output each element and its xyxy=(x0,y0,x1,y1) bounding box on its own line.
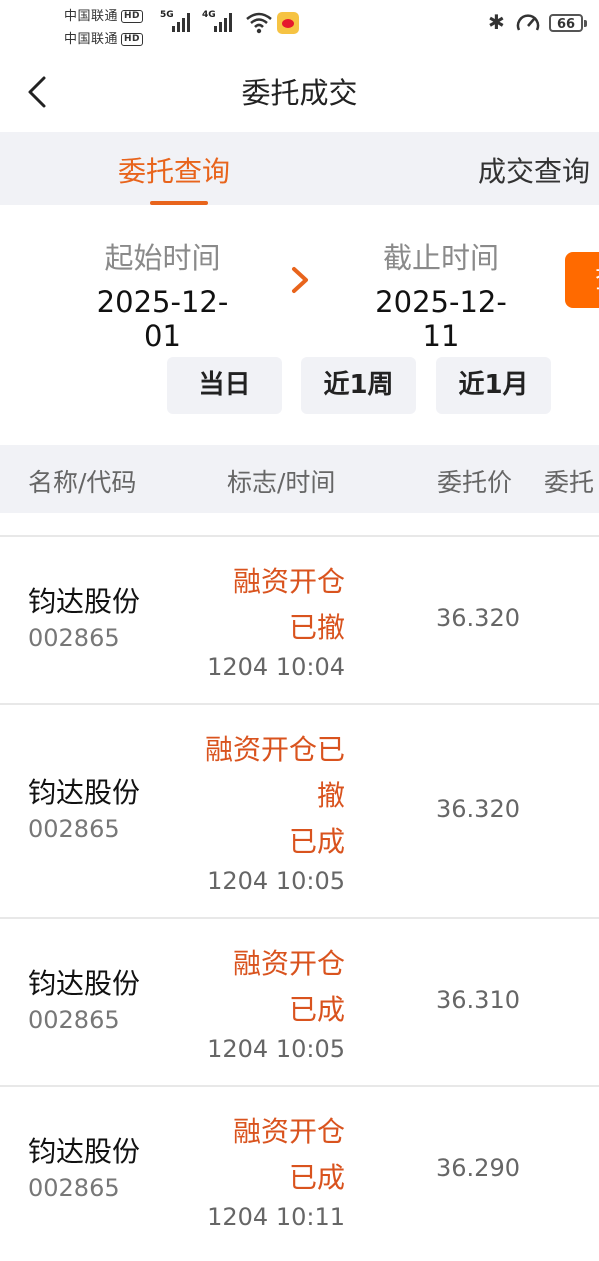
quick-range-today[interactable]: 当日 xyxy=(167,357,282,414)
order-flag-line: 融资开仓 xyxy=(232,947,345,980)
end-date-label: 截止时间 xyxy=(382,241,499,275)
quick-range-week[interactable]: 近1周 xyxy=(301,357,416,414)
order-flag: 融资开仓已成 xyxy=(233,1109,345,1201)
column-header-flag-time: 标志/时间 xyxy=(227,468,336,497)
order-flag-line: 已成 xyxy=(288,1161,345,1194)
stock-name: 钧达股份 xyxy=(28,776,141,809)
order-flag-line: 已成 xyxy=(288,825,345,858)
order-flag-line: 融资开仓已 xyxy=(204,733,345,766)
stock-code: 002865 xyxy=(28,815,120,843)
tab-bar: 委托查询 成交查询 xyxy=(0,132,599,205)
order-flag-line: 融资开仓 xyxy=(232,1115,345,1148)
start-date-value: 2025-12-01 xyxy=(96,285,229,353)
stock-name: 钧达股份 xyxy=(28,967,141,1000)
query-button[interactable]: 查 xyxy=(565,252,599,308)
stock-name: 钧达股份 xyxy=(28,585,141,618)
order-row[interactable]: 钧达股份 002865 融资开仓 已成 1204 10:05 36.310 xyxy=(0,917,599,1085)
end-date-value: 2025-12-11 xyxy=(375,285,507,353)
stock-code: 002865 xyxy=(28,1006,120,1034)
quick-range-month[interactable]: 近1月 xyxy=(436,357,551,414)
order-flag: 融资开仓已撤已成 xyxy=(205,727,345,865)
order-list: 钧达股份 002865 融资开仓 已撤 1204 10:04 36.320 钧达股份 0028… xyxy=(0,535,599,1253)
stock-code: 002865 xyxy=(28,1174,120,1202)
column-header-order-price: 委托价 xyxy=(437,468,513,497)
stock-name: 钧达股份 xyxy=(28,1135,141,1168)
order-flag: 融资开仓已撤 xyxy=(233,559,345,651)
table-spacer xyxy=(0,513,599,535)
speedometer-icon xyxy=(516,14,540,31)
order-flag-line: 已撤 xyxy=(288,611,345,644)
order-price: 36.320 xyxy=(436,795,520,823)
order-time: 1204 10:04 xyxy=(207,653,345,681)
nav-bar: 委托成交 xyxy=(0,52,599,132)
order-flag-line: 已成 xyxy=(288,993,345,1026)
status-bar: 中国联通 HD 中国联通 HD 5G 4G ✱ 66 xyxy=(0,0,599,52)
order-flag-line: 撤 xyxy=(316,779,345,812)
order-time: 1204 10:05 xyxy=(207,867,345,895)
chevron-right-icon xyxy=(292,267,308,293)
column-header-name-code: 名称/代码 xyxy=(28,468,137,497)
wifi-icon xyxy=(246,12,272,34)
page-title: 委托成交 xyxy=(241,76,358,110)
tab-trade-query[interactable]: 成交查询 xyxy=(478,150,590,190)
battery-icon: 66 xyxy=(549,14,587,32)
start-date-label: 起始时间 xyxy=(104,241,221,275)
stock-code: 002865 xyxy=(28,624,120,652)
date-range-panel: 起始时间 2025-12-01 截止时间 2025-12-11 查 当日 近1周… xyxy=(0,205,599,445)
order-row[interactable]: 钧达股份 002865 融资开仓 已成 1204 10:11 36.290 xyxy=(0,1085,599,1253)
order-time: 1204 10:11 xyxy=(207,1203,345,1231)
order-row[interactable]: 钧达股份 002865 融资开仓已撤已成 1204 10:05 36.320 xyxy=(0,703,599,917)
order-flag: 融资开仓已成 xyxy=(233,941,345,1033)
table-header: 名称/代码 标志/时间 委托价 委托 xyxy=(0,445,599,513)
order-price: 36.320 xyxy=(436,604,520,632)
carrier-1: 中国联通 HD xyxy=(64,5,144,24)
column-header-order-qty: 委托 xyxy=(544,468,595,497)
bluetooth-icon: ✱ xyxy=(488,10,505,34)
order-price: 36.310 xyxy=(436,986,520,1014)
end-date-picker[interactable]: 截止时间 2025-12-11 xyxy=(357,235,525,353)
weibo-notification-icon xyxy=(277,12,299,34)
order-time: 1204 10:05 xyxy=(207,1035,345,1063)
order-price: 36.290 xyxy=(436,1154,520,1182)
carrier-2: 中国联通 HD xyxy=(64,28,144,47)
order-flag-line: 融资开仓 xyxy=(232,565,345,598)
start-date-picker[interactable]: 起始时间 2025-12-01 xyxy=(80,235,245,353)
order-row[interactable]: 钧达股份 002865 融资开仓 已撤 1204 10:04 36.320 xyxy=(0,535,599,703)
tab-order-query[interactable]: 委托查询 xyxy=(118,150,230,190)
